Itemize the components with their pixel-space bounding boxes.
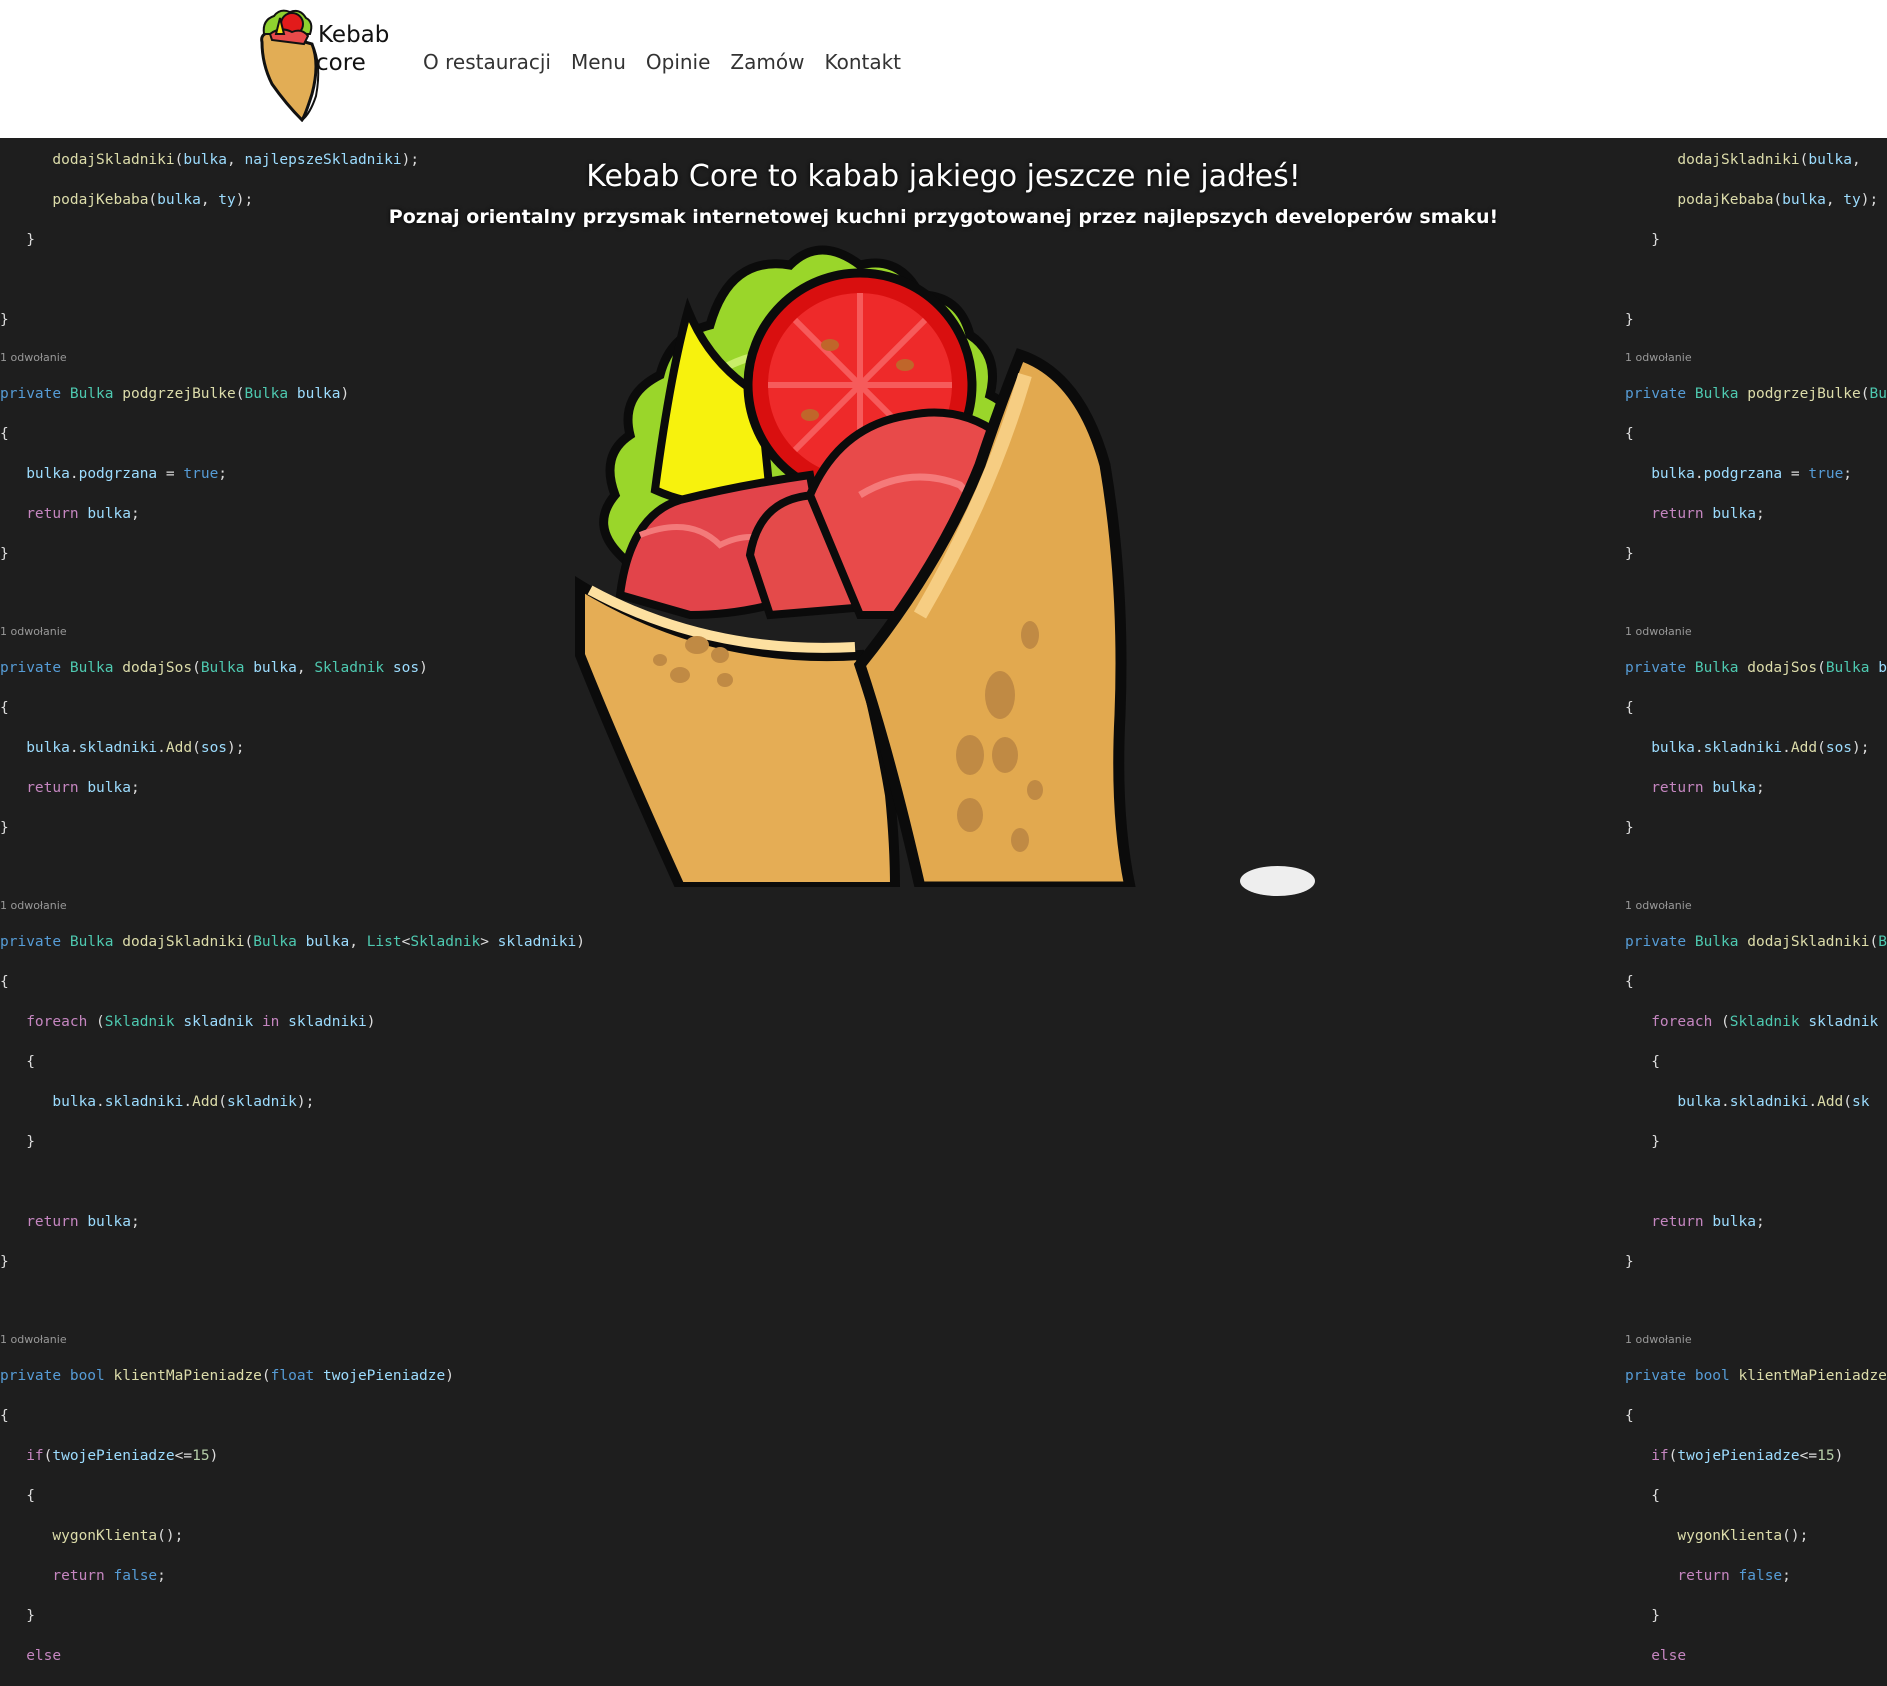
- hero-subtitle: Poznaj orientalny przysmak internetowej …: [388, 206, 1499, 228]
- decorative-blob: [1240, 866, 1315, 896]
- reference-count-label[interactable]: 1 odwołanie: [0, 351, 67, 364]
- nav-link-kontakt[interactable]: Kontakt: [824, 50, 901, 74]
- main-nav: O restauracji Menu Opinie Zamów Kontakt: [423, 50, 901, 74]
- code-background-left: dodajSkladniki(bulka, najlepszeSkladniki…: [0, 152, 585, 1664]
- kebab-illustration: [560, 235, 1160, 893]
- reference-count-label[interactable]: 1 odwołanie: [1625, 1333, 1692, 1346]
- reference-count-label[interactable]: 1 odwołanie: [1625, 899, 1692, 912]
- reference-count-label[interactable]: 1 odwołanie: [0, 1333, 67, 1346]
- kebab-core-logo[interactable]: Kebab core: [250, 4, 400, 123]
- nav-link-o-restauracji[interactable]: O restauracji: [423, 50, 551, 74]
- nav-link-opinie[interactable]: Opinie: [646, 50, 711, 74]
- reference-count-label[interactable]: 1 odwołanie: [1625, 625, 1692, 638]
- reference-count-label[interactable]: 1 odwołanie: [1625, 351, 1692, 364]
- hero-title: Kebab Core to kabab jakiego jeszcze nie …: [586, 159, 1301, 194]
- nav-link-zamow[interactable]: Zamów: [730, 50, 804, 74]
- code-background-right: dodajSkladniki(bulka, podajKebaba(bulka,…: [1625, 152, 1887, 1664]
- logo-text-core: core: [316, 50, 366, 76]
- reference-count-label[interactable]: 1 odwołanie: [0, 899, 67, 912]
- reference-count-label[interactable]: 1 odwołanie: [0, 625, 67, 638]
- site-header: Kebab core O restauracji Menu Opinie Zam…: [0, 0, 1887, 138]
- logo-text-kebab: Kebab: [318, 22, 389, 48]
- nav-link-menu[interactable]: Menu: [571, 50, 626, 74]
